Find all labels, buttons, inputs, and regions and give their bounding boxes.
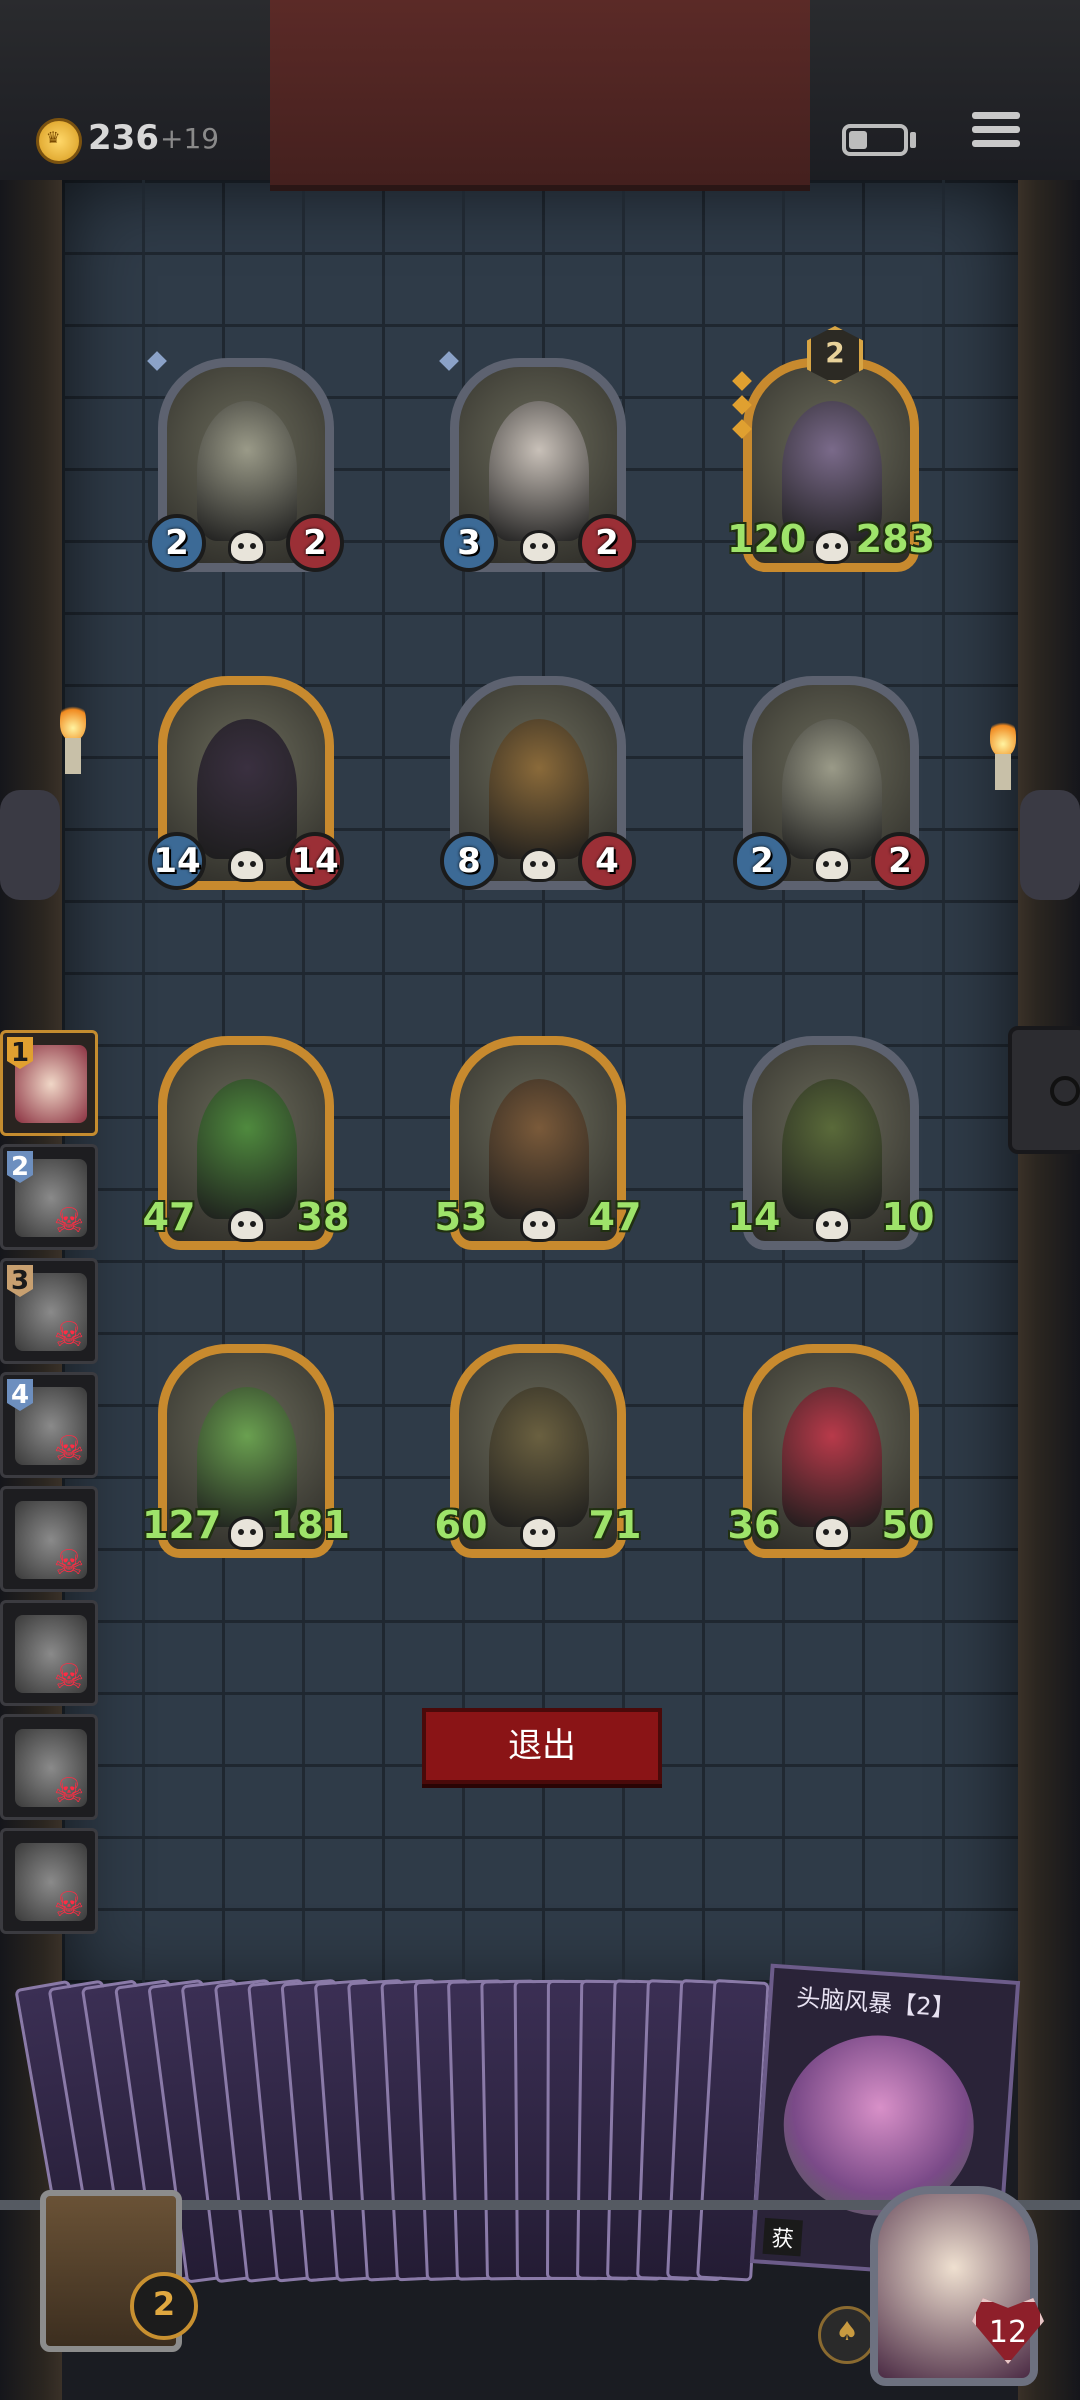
party-slot[interactable]: 3 ☠ [0,1258,98,1364]
attack-stat: 2 [148,514,206,572]
health-stat: 4 [578,832,636,890]
character-figure [782,719,882,859]
skull-icon [228,848,266,882]
character-figure [489,1079,589,1219]
bell-icon[interactable]: ♠ [818,2306,876,2364]
character-figure [489,1387,589,1527]
party-slot[interactable]: 4 ☠ [0,1372,98,1478]
party-slot[interactable]: 1 [0,1030,98,1136]
battery-icon [842,124,908,156]
character-figure [489,401,589,541]
party-slot[interactable]: ☠ [0,1486,98,1592]
attack-stat: 47 [142,1195,196,1239]
skull-icon [228,1516,266,1550]
health-stat: 38 [296,1195,350,1239]
board-card-vine-crystal[interactable]: 47 38 [143,1036,349,1266]
dead-skull-icon: ☠ [53,1201,85,1241]
attack-stat: 60 [434,1503,488,1547]
crown-icon: ♛ [46,128,61,147]
board-card-bell-automaton[interactable]: 22 [147,351,344,588]
health-stat: 10 [881,1195,935,1239]
health-stat: 71 [588,1503,642,1547]
health-stat: 283 [855,517,935,561]
party-slot[interactable]: ☠ [0,1714,98,1820]
menu-icon[interactable] [972,112,1020,158]
skull-icon [520,848,558,882]
dead-skull-icon: ☠ [53,1657,85,1697]
board-card-masked-rat[interactable]: 32 [439,351,636,588]
skull-icon [520,530,558,564]
health-stat: 181 [270,1503,350,1547]
board-card-airship-wreck[interactable]: 53 47 [435,1036,641,1266]
attack-stat: 8 [440,832,498,890]
battery-fill [849,131,867,149]
party-slot[interactable]: 2 ☠ [0,1144,98,1250]
skull-icon [813,530,851,564]
chest-count-badge: 2 [130,2272,198,2340]
board-card-bell-automaton-2[interactable]: 22 [733,676,929,906]
board-card-dark-knight[interactable]: 14 14 [148,676,344,906]
attack-stat: 120 [727,517,807,561]
board-card-clockwork-beetle[interactable]: 84 [440,676,636,906]
character-figure [197,1079,297,1219]
board-card-pirate-captain[interactable]: 2 120 283 [727,326,935,588]
skull-icon [813,848,851,882]
skull-icon [228,530,266,564]
party-slot[interactable]: ☠ [0,1600,98,1706]
treasure-chest[interactable]: 2 [10,2160,220,2352]
attack-stat: 53 [434,1195,488,1239]
right-torch-icon [986,716,1020,790]
dead-skull-icon: ☠ [53,1315,85,1355]
attack-stat: 3 [440,514,498,572]
health-stat: 2 [578,514,636,572]
hand-card-title: 头脑风暴【2】 [795,1983,957,2023]
skull-icon [520,1516,558,1550]
board-card-old-witch[interactable]: 60 71 [435,1344,641,1574]
skull-icon [813,1208,851,1242]
health-stat: 2 [286,514,344,572]
attack-stat: 127 [142,1503,222,1547]
board-card-goblin-scarecrow[interactable]: 14 10 [728,1036,934,1266]
skull-icon [228,1208,266,1242]
game-screen: ♛ 236 +19 2 2 3 2 2 120 283 14 14 8 4 2 2 47 38 53 47 14 1… [0,0,1080,2400]
health-stat: 14 [286,832,344,890]
dead-skull-icon: ☠ [53,1429,85,1469]
attack-stat: 14 [148,832,206,890]
coin-count: 236 [88,118,159,158]
health-stat: 50 [881,1503,935,1547]
left-torch-icon [56,700,90,774]
character-figure [197,401,297,541]
character-figure [782,1079,882,1219]
skull-icon [813,1516,851,1550]
attack-stat: 2 [733,832,791,890]
board-card-leaf-sprout-girl[interactable]: 127 181 [142,1344,350,1574]
character-figure [197,719,297,859]
left-torch-bracket [0,790,60,900]
hand-card-subtitle: 获 [762,2217,803,2257]
attack-stat: 14 [727,1195,781,1239]
board-card-jester-clown[interactable]: 36 50 [728,1344,934,1574]
skull-icon [520,1208,558,1242]
battery-tip [910,132,916,148]
coin-delta: +19 [160,122,220,155]
party-slot[interactable]: ☠ [0,1828,98,1934]
dead-skull-icon: ☠ [53,1885,85,1925]
character-figure [489,719,589,859]
door-handle [1008,1026,1080,1154]
curtain [270,0,810,191]
right-torch-bracket [1020,790,1080,900]
dead-skull-icon: ☠ [53,1543,85,1583]
dead-skull-icon: ☠ [53,1771,85,1811]
right-wall [1018,0,1080,2400]
character-figure [782,1387,882,1527]
exit-button[interactable]: 退出 [422,1708,662,1784]
health-stat: 47 [588,1195,642,1239]
attack-stat: 36 [727,1503,781,1547]
health-stat: 2 [871,832,929,890]
